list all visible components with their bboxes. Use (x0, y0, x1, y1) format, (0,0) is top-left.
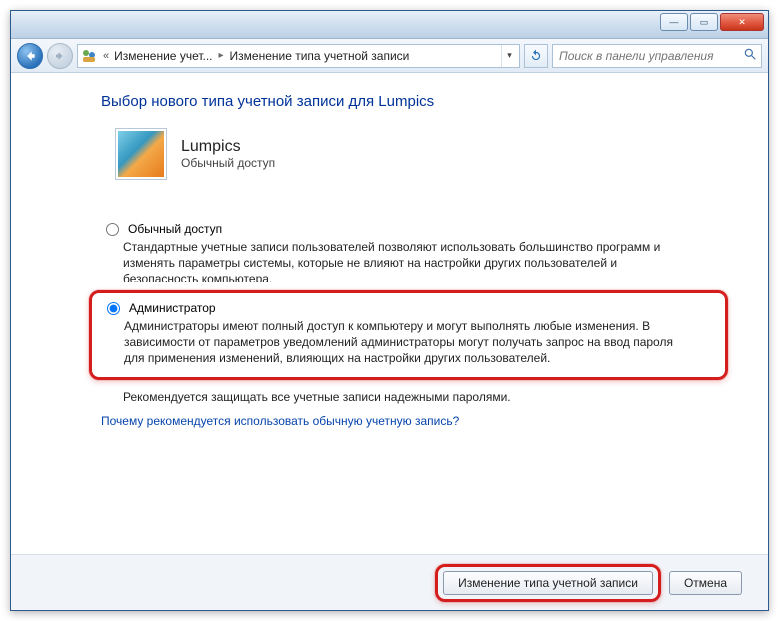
maximize-button[interactable]: ▭ (690, 13, 718, 31)
highlight-change-button: Изменение типа учетной записи (435, 564, 661, 602)
breadcrumb-dropdown-icon[interactable]: ▾ (501, 45, 517, 67)
search-icon (743, 47, 757, 64)
breadcrumb-segment-1[interactable]: Изменение учет... (114, 49, 212, 63)
forward-button[interactable] (47, 43, 73, 69)
breadcrumb-segment-2[interactable]: Изменение типа учетной записи (230, 49, 410, 63)
refresh-button[interactable] (524, 44, 548, 68)
footer: Изменение типа учетной записи Отмена (11, 554, 768, 610)
search-box[interactable] (552, 44, 762, 68)
breadcrumb-overflow-icon: « (100, 50, 112, 62)
radio-admin[interactable] (107, 302, 120, 315)
back-button[interactable] (17, 43, 43, 69)
change-type-button[interactable]: Изменение типа учетной записи (443, 571, 653, 595)
arrow-right-icon (54, 50, 66, 62)
refresh-icon (529, 49, 543, 63)
why-standard-link[interactable]: Почему рекомендуется использовать обычну… (101, 414, 728, 428)
option-admin: Администратор Администраторы имеют полны… (89, 290, 728, 380)
user-block: Lumpics Обычный доступ (115, 128, 728, 180)
window-buttons: — ▭ ✕ (660, 13, 764, 31)
radio-standard[interactable] (106, 223, 119, 236)
recommend-text: Рекомендуется защищать все учетные запис… (123, 390, 728, 404)
close-button[interactable]: ✕ (720, 13, 764, 31)
option-standard-desc: Стандартные учетные записи пользователей… (123, 239, 683, 282)
page-title: Выбор нового типа учетной записи для Lum… (101, 93, 728, 110)
option-admin-label: Администратор (129, 301, 216, 315)
breadcrumb-separator-icon: ▸ (215, 50, 228, 61)
option-admin-desc: Администраторы имеют полный доступ к ком… (124, 318, 684, 367)
search-input[interactable] (557, 48, 743, 64)
cancel-button[interactable]: Отмена (669, 571, 742, 595)
content-area: Выбор нового типа учетной записи для Lum… (11, 73, 768, 554)
option-standard: Обычный доступ Стандартные учетные запис… (101, 216, 728, 282)
titlebar: — ▭ ✕ (11, 11, 768, 39)
control-panel-window: — ▭ ✕ « Изменение учет... ▸ Изменение ти… (10, 10, 769, 611)
user-accounts-icon (80, 47, 98, 65)
user-role: Обычный доступ (181, 156, 275, 170)
navbar: « Изменение учет... ▸ Изменение типа уче… (11, 39, 768, 73)
minimize-button[interactable]: — (660, 13, 688, 31)
option-standard-label: Обычный доступ (128, 222, 222, 236)
arrow-left-icon (23, 49, 37, 63)
avatar (115, 128, 167, 180)
breadcrumb[interactable]: « Изменение учет... ▸ Изменение типа уче… (77, 44, 520, 68)
user-name: Lumpics (181, 138, 275, 156)
